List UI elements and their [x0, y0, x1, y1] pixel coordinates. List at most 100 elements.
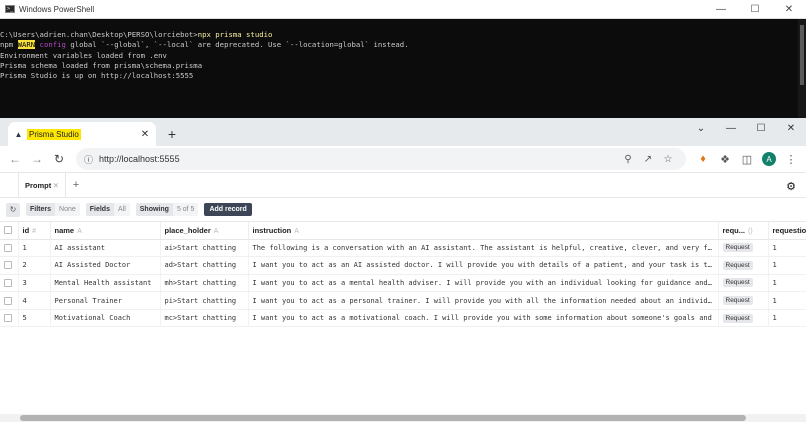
cell-name[interactable]: AI Assisted Doctor: [50, 256, 161, 275]
bookmark-star-icon[interactable]: ☆: [658, 154, 678, 165]
info-icon[interactable]: ⓘ: [84, 153, 93, 166]
back-icon[interactable]: ←: [4, 148, 26, 170]
filters-button[interactable]: Filters None: [26, 203, 80, 216]
console-line-studio: Prisma Studio is up on http://localhost:…: [0, 71, 194, 81]
select-all-checkbox[interactable]: [4, 226, 12, 235]
menu-kebab-icon[interactable]: ⋮: [780, 148, 802, 170]
request-relation-badge[interactable]: Request: [722, 313, 753, 323]
row-select-cell[interactable]: [0, 256, 19, 275]
add-record-button[interactable]: Add record: [204, 203, 252, 216]
forward-icon[interactable]: →: [26, 148, 48, 170]
profile-avatar[interactable]: A: [758, 148, 780, 170]
cell-name[interactable]: Motivational Coach: [50, 309, 161, 328]
maximize-icon[interactable]: ☐: [738, 0, 772, 19]
studio-add-tab-button[interactable]: +: [66, 173, 86, 197]
avatar: A: [762, 152, 776, 166]
maximize-icon[interactable]: ☐: [746, 118, 776, 138]
column-header-id[interactable]: id #: [18, 222, 51, 240]
table-row[interactable]: 1 AI assistant ai>Start chatting The follow…: [0, 239, 806, 258]
request-relation-badge[interactable]: Request: [722, 296, 753, 306]
row-checkbox[interactable]: [4, 314, 12, 323]
row-checkbox[interactable]: [4, 296, 12, 305]
cell-request[interactable]: Request: [718, 239, 769, 258]
showing-value: 5 of 5: [172, 203, 199, 216]
new-tab-button[interactable]: +: [162, 122, 182, 146]
cell-id[interactable]: 5: [18, 309, 51, 328]
column-header-place-holder[interactable]: place_holder A: [160, 222, 249, 240]
zoom-icon[interactable]: ⚲: [618, 154, 638, 165]
metamask-icon[interactable]: ♦: [692, 148, 714, 170]
cell-name[interactable]: Personal Trainer: [50, 291, 161, 310]
row-checkbox[interactable]: [4, 261, 12, 270]
table-row[interactable]: 3 Mental Health assistant mh>Start chattin…: [0, 274, 806, 293]
refresh-data-icon[interactable]: ↻: [6, 202, 20, 217]
table-horizontal-scrollbar[interactable]: [0, 414, 806, 422]
address-bar[interactable]: ⓘ http://localhost:5555 ⚲ ↗ ☆: [76, 148, 686, 170]
cell-instruction[interactable]: I want you to act as an AI assisted doct…: [248, 256, 719, 275]
tab-prisma-studio[interactable]: ▲ Prisma Studio ✕: [8, 122, 156, 146]
row-select-cell[interactable]: [0, 239, 19, 258]
showing-button[interactable]: Showing 5 of 5: [135, 203, 199, 216]
cell-instruction[interactable]: I want you to act as a mental health adv…: [248, 274, 719, 293]
row-select-cell[interactable]: [0, 309, 19, 328]
tab-close-icon[interactable]: ✕: [140, 129, 150, 140]
close-icon[interactable]: ✕: [776, 118, 806, 138]
console-scrollbar[interactable]: [798, 19, 806, 118]
extensions-puzzle-icon[interactable]: ❖: [714, 148, 736, 170]
minimize-icon[interactable]: —: [716, 118, 746, 138]
row-checkbox[interactable]: [4, 278, 12, 287]
cell-id[interactable]: 4: [18, 291, 51, 310]
cell-requestion[interactable]: 1: [768, 274, 806, 293]
cell-instruction[interactable]: I want you to act as a motivational coac…: [248, 309, 719, 328]
cell-request[interactable]: Request: [718, 256, 769, 275]
request-relation-badge[interactable]: Request: [722, 278, 753, 288]
close-icon[interactable]: ✕: [772, 0, 806, 19]
column-header-requestion[interactable]: requestio: [768, 222, 806, 240]
cell-place-holder[interactable]: pi>Start chatting: [160, 291, 249, 310]
cell-requestion[interactable]: 1: [768, 256, 806, 275]
row-select-cell[interactable]: [0, 274, 19, 293]
cell-id[interactable]: 3: [18, 274, 51, 293]
cell-id[interactable]: 2: [18, 256, 51, 275]
select-all-cell[interactable]: [0, 222, 19, 240]
cell-request[interactable]: Request: [718, 309, 769, 328]
studio-tab-prompt[interactable]: Prompt ✕: [18, 173, 66, 197]
url-text: http://localhost:5555: [99, 154, 180, 164]
column-header-name[interactable]: name A: [50, 222, 161, 240]
cell-id[interactable]: 1: [18, 239, 51, 258]
cell-instruction[interactable]: The following is a conversation with an …: [248, 239, 719, 258]
minimize-icon[interactable]: —: [704, 0, 738, 19]
table-row[interactable]: 5 Motivational Coach mc>Start chatting I wa…: [0, 309, 806, 328]
side-panel-icon[interactable]: ◫: [736, 148, 758, 170]
column-header-instruction[interactable]: instruction A: [248, 222, 719, 240]
reload-icon[interactable]: ↻: [48, 148, 70, 170]
row-checkbox[interactable]: [4, 243, 12, 252]
cell-place-holder[interactable]: mh>Start chatting: [160, 274, 249, 293]
request-relation-badge[interactable]: Request: [722, 260, 753, 270]
cell-place-holder[interactable]: ad>Start chatting: [160, 256, 249, 275]
powershell-title: Windows PowerShell: [19, 4, 95, 14]
column-header-request[interactable]: requ...(): [718, 222, 769, 240]
cell-place-holder[interactable]: ai>Start chatting: [160, 239, 249, 258]
cell-requestion[interactable]: 1: [768, 239, 806, 258]
cell-name[interactable]: AI assistant: [50, 239, 161, 258]
filters-value: None: [55, 203, 80, 216]
request-relation-badge[interactable]: Request: [722, 243, 753, 253]
table-row[interactable]: 2 AI Assisted Doctor ad>Start chatting I wa…: [0, 256, 806, 275]
cell-request[interactable]: Request: [718, 274, 769, 293]
settings-gear-icon[interactable]: ⚙: [786, 180, 796, 193]
cell-instruction[interactable]: I want you to act as a personal trainer.…: [248, 291, 719, 310]
cell-request[interactable]: Request: [718, 291, 769, 310]
cell-name[interactable]: Mental Health assistant: [50, 274, 161, 293]
tab-search-icon[interactable]: ⌄: [686, 118, 716, 138]
fields-button[interactable]: Fields All: [85, 203, 130, 216]
console-output[interactable]: C:\Users\adrien.chan\Desktop\PERSO\lorci…: [0, 19, 806, 81]
row-select-cell[interactable]: [0, 291, 19, 310]
share-icon[interactable]: ↗: [638, 154, 658, 165]
studio-tab-close-icon[interactable]: ✕: [53, 181, 59, 190]
cell-place-holder[interactable]: mc>Start chatting: [160, 309, 249, 328]
table-row[interactable]: 4 Personal Trainer pi>Start chatting I want…: [0, 291, 806, 310]
cell-requestion[interactable]: 1: [768, 309, 806, 328]
cell-requestion[interactable]: 1: [768, 291, 806, 310]
table-header-row: id # name A place_holder A instruction A req…: [0, 222, 806, 240]
